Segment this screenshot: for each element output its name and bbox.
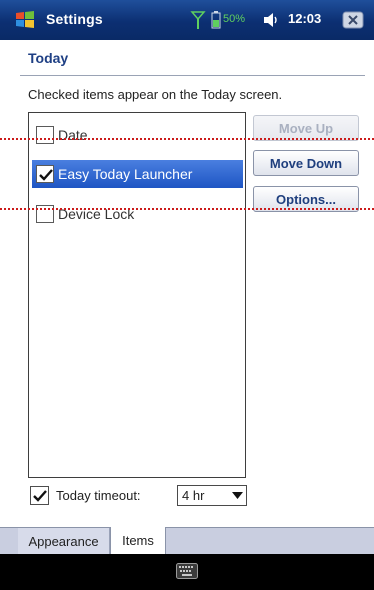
list-item-label: Date [58,127,88,143]
today-items-list[interactable]: Date Easy Today Launcher Device Lock [28,112,246,478]
tab-strip: Appearance Items [0,527,374,554]
softkey-bar [0,554,374,590]
easy-today-launcher-checkbox[interactable] [36,165,54,183]
page-title: Today [28,50,69,66]
today-timeout-label: Today timeout: [56,488,141,503]
guide-line [0,208,374,210]
list-item-device-lock[interactable]: Device Lock [32,200,243,228]
list-item-date[interactable]: Date [32,121,243,149]
date-checkbox[interactable] [36,126,54,144]
close-icon[interactable] [342,10,364,30]
battery-icon[interactable] [211,11,221,29]
clock[interactable]: 12:03 [288,11,321,26]
signal-icon[interactable] [190,10,206,30]
divider [20,75,365,76]
list-item-label: Easy Today Launcher [58,166,193,182]
tab-items[interactable]: Items [110,527,166,554]
checkmark-icon [33,490,47,502]
checkmark-icon [39,169,53,181]
move-down-button[interactable]: Move Down [253,150,359,176]
app-title: Settings [46,11,103,27]
battery-percent: 50% [223,13,246,25]
tab-appearance[interactable]: Appearance [18,528,110,554]
list-item-easy-today-launcher[interactable]: Easy Today Launcher [32,160,243,188]
today-timeout-select[interactable]: 4 hr [177,485,247,506]
keyboard-icon[interactable] [176,563,198,579]
screen: Settings 50% 12:03 Today Checked items a… [0,0,374,590]
timeout-value: 4 hr [182,488,205,503]
chevron-down-icon [232,492,243,499]
instructions-text: Checked items appear on the Today screen… [28,87,283,102]
title-bar: Settings 50% 12:03 [0,0,374,40]
windows-flag-icon[interactable] [14,10,36,30]
today-timeout-checkbox[interactable] [30,486,49,505]
speaker-icon[interactable] [262,11,280,29]
guide-line [0,138,374,140]
